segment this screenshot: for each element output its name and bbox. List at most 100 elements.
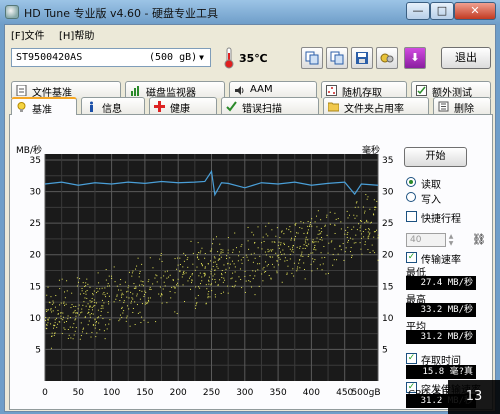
access-time-point	[217, 259, 219, 261]
access-time-point	[353, 214, 355, 216]
access-time-point	[204, 273, 206, 275]
access-time-point	[273, 266, 275, 268]
transfer-rate-checkbox[interactable]: ✓	[406, 252, 417, 263]
access-time-point	[82, 304, 84, 306]
access-time-point	[81, 308, 83, 310]
tab-aam[interactable]: AAM	[229, 81, 317, 98]
access-time-point	[81, 290, 83, 292]
access-time-point	[310, 221, 312, 223]
access-time-point	[47, 318, 49, 320]
access-time-point	[286, 272, 288, 274]
tab-folder-usage[interactable]: 文件夹占用率	[323, 97, 429, 115]
close-button[interactable]: ✕	[454, 2, 496, 20]
maximize-button[interactable]: □	[430, 2, 454, 20]
chevron-down-icon[interactable]: ▼	[194, 50, 209, 65]
access-time-point	[195, 297, 197, 299]
access-time-point	[257, 263, 259, 265]
access-time-point	[89, 300, 91, 302]
access-time-point	[307, 220, 309, 222]
write-radio[interactable]	[406, 192, 416, 202]
access-time-point	[214, 257, 216, 259]
access-time-point	[201, 276, 203, 278]
access-time-point	[321, 239, 323, 241]
access-time-point	[108, 303, 110, 305]
access-time-point	[80, 312, 82, 314]
access-time-point	[293, 275, 295, 277]
tab-error-scan[interactable]: 错误扫描	[221, 97, 319, 115]
read-radio[interactable]	[406, 177, 416, 187]
main-window: [F]文件 [H]帮助 ST9500420AS (500 gB) ▼ 35℃ ⬇	[4, 24, 496, 412]
access-time-point	[86, 290, 88, 292]
y-right-unit-label: 毫秒	[362, 144, 380, 156]
access-time-point	[118, 289, 120, 291]
minimize-button[interactable]: —	[406, 2, 430, 20]
access-time-checkbox[interactable]: ✓	[406, 353, 417, 364]
access-time-point	[68, 334, 70, 336]
access-time-point	[140, 322, 142, 324]
access-time-point	[355, 202, 357, 204]
access-time-point	[119, 300, 121, 302]
short-stroke-checkbox[interactable]	[406, 211, 417, 222]
exit-button[interactable]: 退出	[441, 47, 491, 69]
tab-health[interactable]: 健康	[149, 97, 217, 115]
tab-benchmark[interactable]: 基准	[11, 97, 77, 116]
x-tick-label: 300	[236, 388, 253, 398]
access-time-point	[208, 283, 210, 285]
tab-erase[interactable]: 删除	[433, 97, 491, 115]
copy-info-button[interactable]	[301, 47, 323, 69]
x-tick-label: 200	[170, 388, 187, 398]
access-time-point	[131, 297, 133, 299]
access-time-point	[63, 291, 65, 293]
access-time-point	[72, 338, 74, 340]
access-time-point	[134, 324, 136, 326]
access-time-point	[315, 249, 317, 251]
access-time-point	[329, 211, 331, 213]
access-time-point	[301, 253, 303, 255]
access-time-point	[111, 278, 113, 280]
copy-screenshot-button[interactable]	[326, 47, 348, 69]
access-time-point	[80, 322, 82, 324]
access-time-point	[280, 244, 282, 246]
access-time-point	[270, 256, 272, 258]
access-time-point	[204, 257, 206, 259]
access-time-point	[77, 281, 79, 283]
access-time-point	[316, 215, 318, 217]
access-time-point	[334, 212, 336, 214]
download-button[interactable]: ⬇	[404, 47, 426, 69]
access-time-point	[126, 291, 128, 293]
tab-random-access[interactable]: 随机存取	[321, 81, 407, 99]
access-time-point	[164, 271, 166, 273]
tabs-row-bottom: 基准 信息 健康 错误扫描 文件夹占用率 删除	[9, 97, 493, 116]
access-time-point	[91, 331, 93, 333]
start-button[interactable]: 开始	[404, 147, 467, 167]
short-stroke-input[interactable]: 40	[406, 233, 446, 247]
tab-disk-monitor[interactable]: 磁盘监视器	[125, 81, 225, 99]
options-button[interactable]	[376, 47, 398, 69]
short-stroke-stepper[interactable]: ▲ ▼	[446, 233, 456, 247]
access-time-point	[222, 249, 224, 251]
access-time-point	[353, 242, 355, 244]
access-time-point	[283, 233, 285, 235]
access-time-point	[220, 293, 222, 295]
save-button[interactable]	[351, 47, 373, 69]
tab-extra-tests[interactable]: 额外测试	[411, 81, 491, 99]
max-value: 33.2 MB/秒	[406, 303, 476, 317]
access-time-point	[263, 271, 265, 273]
access-time-point	[240, 278, 242, 280]
access-time-point	[337, 253, 339, 255]
menu-file[interactable]: [F]文件	[11, 27, 45, 42]
x-tick-label: 400	[303, 388, 320, 398]
tab-info[interactable]: 信息	[81, 97, 145, 115]
menu-help[interactable]: [H]帮助	[59, 27, 94, 42]
access-time-point	[305, 238, 307, 240]
access-time-point	[367, 249, 369, 251]
access-time-point	[312, 258, 314, 260]
access-time-point	[253, 252, 255, 254]
access-time-point	[174, 258, 176, 260]
drive-select[interactable]: ST9500420AS (500 gB) ▼	[11, 48, 211, 67]
access-time-point	[359, 230, 361, 232]
tab-file-benchmark[interactable]: 文件基准	[11, 81, 121, 99]
access-time-point	[76, 312, 78, 314]
min-value: 27.4 MB/秒	[406, 276, 476, 290]
access-time-point	[276, 272, 278, 274]
